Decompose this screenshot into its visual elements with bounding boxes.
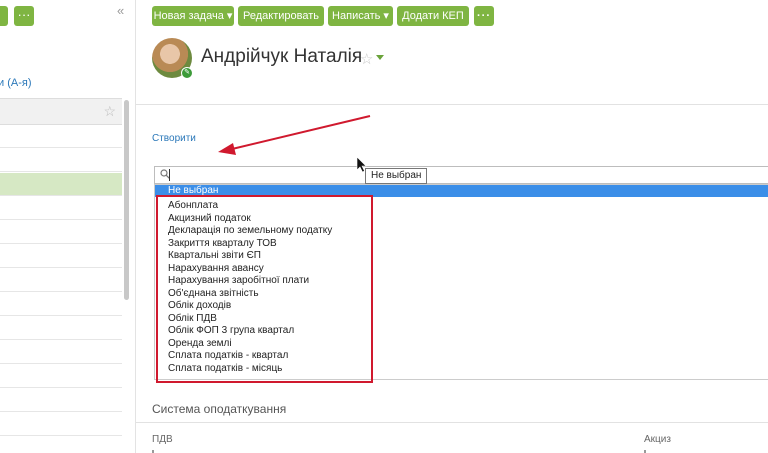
section-title: Система оподаткування	[152, 402, 287, 416]
section-divider	[136, 422, 768, 423]
annotation-layer	[218, 115, 371, 173]
field-label-pdv: ПДВ	[152, 434, 173, 445]
field-label-excise: Акциз	[644, 434, 671, 445]
annotation-arrow	[218, 115, 371, 155]
tooltip: Не выбран	[365, 168, 428, 184]
